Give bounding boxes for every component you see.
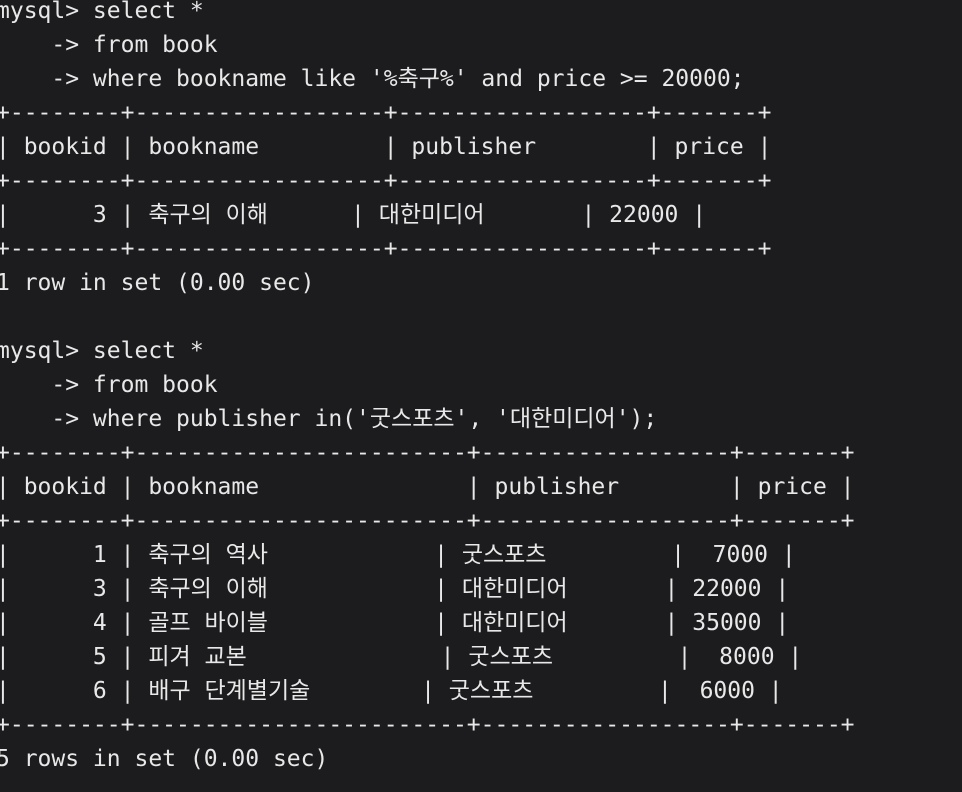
table-row: | 4 | 골프 바이블 | 대한미디어 | 35000 | [0,610,790,636]
terminal-output: mysql> select * -> from book -> where bo… [0,0,855,776]
table-row: | 6 | 배구 단계별기술 | 굿스포츠 | 6000 | [0,678,783,704]
table-row: | 1 | 축구의 역사 | 굿스포츠 | 7000 | [0,542,796,568]
continuation-line: -> from book [0,32,218,58]
table-border: +--------+------------------------+-----… [0,712,855,738]
table-row: | 3 | 축구의 이해 | 대한미디어 | 22000 | [0,576,790,602]
continuation-line: -> where publisher in('굿스포츠', '대한미디어'); [0,406,658,432]
continuation-line: -> from book [0,372,218,398]
terminal-window[interactable]: mysql> select * -> from book -> where bo… [0,0,962,792]
prompt-line: mysql> select * [0,338,204,364]
table-border: +--------+------------------------+-----… [0,440,855,466]
result-summary: 5 rows in set (0.00 sec) [0,746,329,772]
table-border: +--------+------------------+-----------… [0,100,772,126]
result-summary: 1 row in set (0.00 sec) [0,270,315,296]
table-border: +--------+------------------+-----------… [0,236,772,262]
table-border: +--------+------------------------+-----… [0,508,855,534]
table-header-row: | bookid | bookname | publisher | price … [0,474,855,500]
table-row: | 3 | 축구의 이해 | 대한미디어 | 22000 | [0,202,707,228]
table-header-row: | bookid | bookname | publisher | price … [0,134,772,160]
prompt-line: mysql> select * [0,0,204,24]
continuation-line: -> where bookname like '%축구%' and price … [0,66,745,92]
table-border: +--------+------------------+-----------… [0,168,772,194]
table-row: | 5 | 피겨 교본 | 굿스포츠 | 8000 | [0,644,803,670]
